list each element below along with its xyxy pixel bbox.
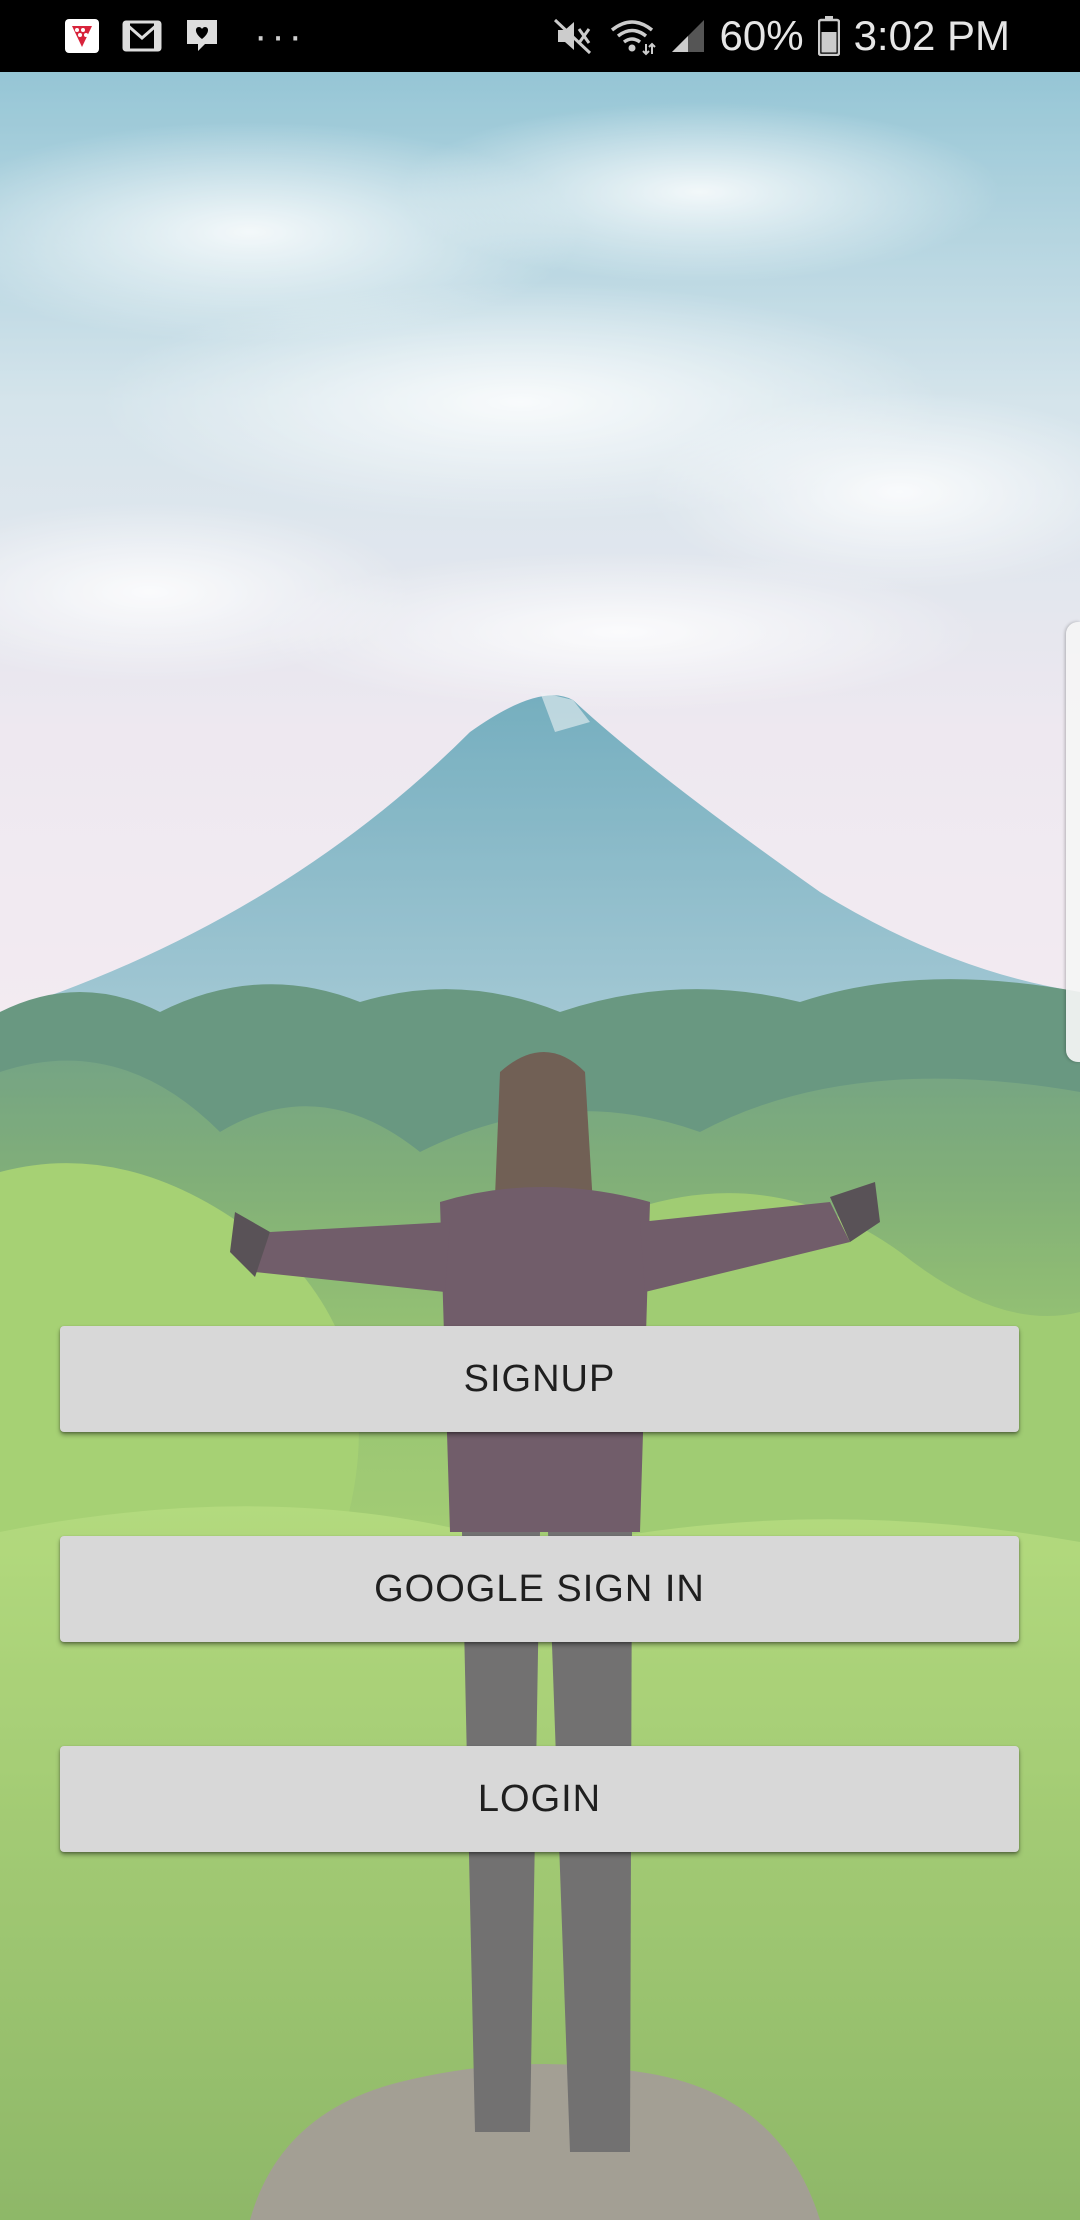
edge-panel-handle[interactable] <box>1066 622 1080 1062</box>
signal-icon <box>670 18 706 54</box>
background-landscape-image <box>0 72 1080 2220</box>
battery-percent: 60% <box>719 12 804 59</box>
gmail-icon <box>122 18 162 54</box>
chat-heart-icon <box>184 17 220 55</box>
status-bar: ··· 60% 3:02 PM <box>0 0 1080 72</box>
game-app-icon <box>64 17 100 55</box>
mute-icon <box>552 15 594 57</box>
notification-icons: ··· <box>64 0 306 72</box>
signup-button[interactable]: SIGNUP <box>60 1326 1019 1432</box>
battery-icon <box>817 16 840 56</box>
login-button[interactable]: LOGIN <box>60 1746 1019 1852</box>
more-notifications-indicator: ··· <box>254 14 306 58</box>
clock: 3:02 PM <box>853 12 1010 59</box>
google-sign-in-button[interactable]: GOOGLE SIGN IN <box>60 1536 1019 1642</box>
wifi-icon <box>608 16 656 56</box>
system-icons: 60% 3:02 PM <box>552 0 1010 72</box>
